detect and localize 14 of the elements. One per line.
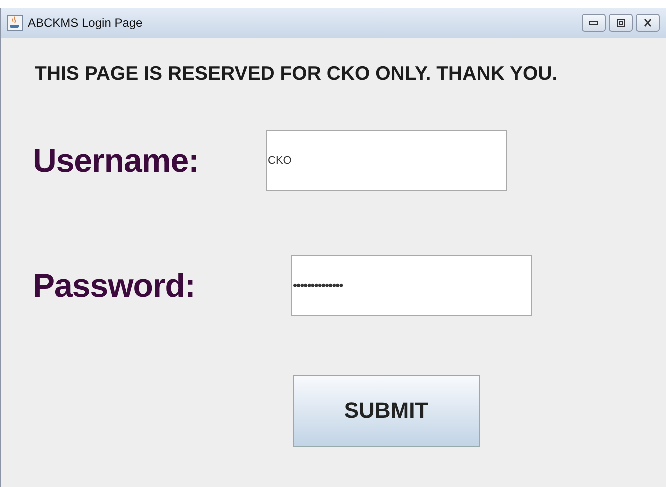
maximize-button[interactable] — [609, 14, 633, 32]
minimize-icon — [589, 19, 599, 27]
notice-heading: THIS PAGE IS RESERVED FOR CKO ONLY. THANK YOU. — [35, 63, 559, 86]
field-label: Username: — [33, 142, 200, 180]
maximize-icon — [616, 19, 626, 27]
window-title: ABCKMS Login Page — [28, 16, 143, 30]
field-label: Password: — [33, 266, 196, 304]
close-icon — [643, 19, 653, 27]
minimize-button[interactable] — [582, 14, 606, 32]
input-field[interactable]: •••••••••••••• — [291, 255, 532, 316]
submit-button[interactable]: SUBMIT — [293, 375, 480, 447]
close-button[interactable] — [636, 14, 660, 32]
input-field[interactable]: CKO — [266, 130, 507, 191]
java-cup-icon — [7, 15, 23, 31]
